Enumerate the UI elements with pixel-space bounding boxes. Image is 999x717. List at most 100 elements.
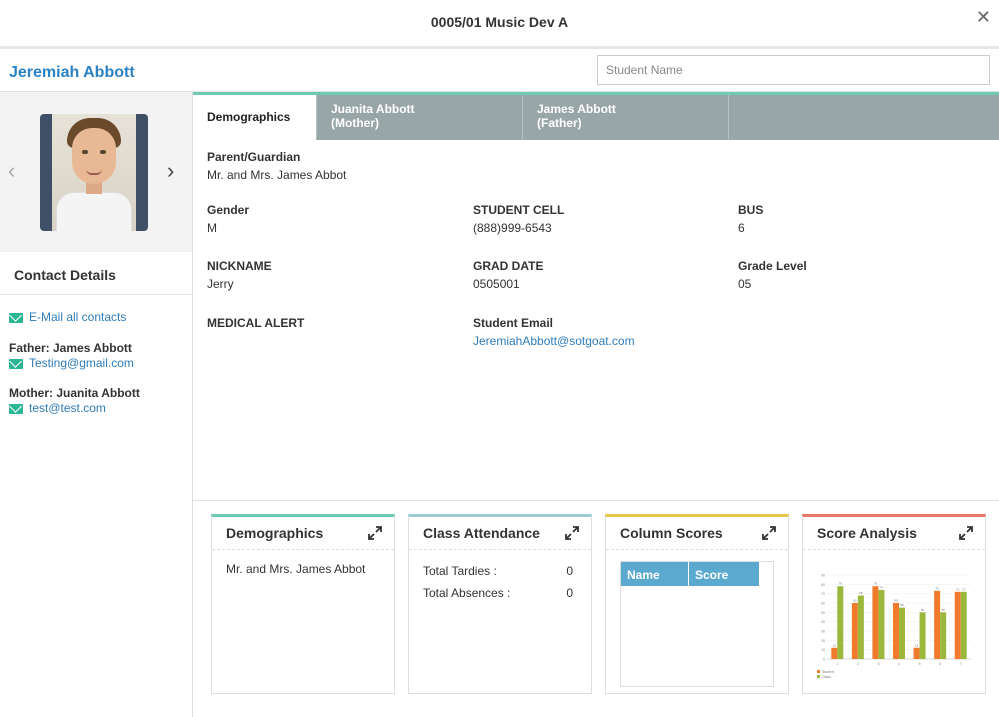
expand-icon[interactable] — [762, 526, 776, 540]
mother-email-row[interactable]: test@test.com — [9, 401, 106, 415]
field-label: Gender — [207, 203, 250, 217]
tardies-label: Total Tardies : — [423, 564, 497, 578]
modal-header: 0005/01 Music Dev A ✕ — [0, 0, 999, 46]
chart-category-label: 4 — [898, 662, 900, 666]
contact-details-title: Contact Details — [0, 252, 192, 295]
expand-icon[interactable] — [368, 526, 382, 540]
chart-bar — [919, 612, 926, 659]
chart-category-label: 1 — [836, 662, 838, 666]
chart-data-label: 12 — [915, 643, 919, 647]
chart-tick-label: 40 — [821, 620, 825, 624]
chart-data-label: 78 — [874, 582, 878, 586]
chart-bar — [851, 603, 858, 659]
chart-tick-label: 60 — [821, 602, 825, 606]
absences-label: Total Absences : — [423, 586, 511, 600]
card-title: Score Analysis — [817, 525, 917, 541]
mother-label: Mother: Juanita Abbott — [9, 386, 140, 400]
chart-bar — [872, 586, 879, 659]
card-header: Class Attendance — [409, 517, 591, 550]
chart-data-label: 60 — [853, 599, 857, 603]
tab-bar: Demographics Juanita Abbott (Mother) Jam… — [193, 92, 999, 140]
field-student-email: Student Email JeremiahAbbott@sotgoat.com — [473, 316, 635, 348]
chart-legend-label: Class — [822, 675, 831, 679]
chart-bar — [954, 591, 961, 659]
card-title: Demographics — [226, 525, 324, 541]
chart-tick-label: 20 — [821, 639, 825, 643]
tab-demographics[interactable]: Demographics — [193, 95, 317, 140]
father-email-row[interactable]: Testing@gmail.com — [9, 356, 134, 370]
student-photo-frame — [40, 114, 148, 231]
father-email-link[interactable]: Testing@gmail.com — [29, 356, 134, 370]
chart-bar — [934, 590, 941, 659]
mail-icon — [9, 358, 23, 369]
field-value: (888)999-6543 — [473, 221, 552, 235]
field-label: Parent/Guardian — [207, 150, 301, 164]
close-icon[interactable]: ✕ — [976, 8, 991, 26]
modal-title: 0005/01 Music Dev A — [430, 14, 569, 30]
chevron-left-icon[interactable]: ‹ — [8, 158, 15, 184]
card-header: Column Scores — [606, 517, 788, 550]
chart-data-label: 55 — [900, 603, 904, 607]
field-student-cell: STUDENT CELL (888)999-6543 — [473, 203, 564, 235]
left-panel: ‹ › Contact Details E-Mail all contacts … — [0, 92, 193, 717]
chart-data-label: 74 — [880, 585, 884, 589]
field-label: STUDENT CELL — [473, 203, 565, 217]
student-email-link[interactable]: JeremiahAbbott@sotgoat.com — [473, 334, 635, 348]
chart-bar — [857, 595, 864, 659]
column-header-score[interactable]: Score — [689, 562, 759, 586]
chart-bar — [831, 647, 838, 659]
tab-sublabel: (Mother) — [331, 116, 379, 130]
card-title: Column Scores — [620, 525, 723, 541]
chevron-right-icon[interactable]: › — [167, 158, 174, 184]
chart-bar — [899, 607, 905, 659]
chart-tick-label: 80 — [821, 583, 825, 587]
field-value: 05 — [738, 277, 752, 291]
chart-data-label: 68 — [859, 591, 863, 595]
score-analysis-card: Score Analysis 0 10 20 30 40 50 60 70 80 90 12 78 1… — [802, 514, 986, 694]
chart-category-label: 2 — [857, 662, 859, 666]
chart-tick-label: 30 — [821, 630, 825, 634]
email-all-link[interactable]: E-Mail all contacts — [29, 310, 126, 324]
field-label: NICKNAME — [207, 259, 272, 273]
tab-father[interactable]: James Abbott (Father) — [523, 95, 729, 140]
tab-sublabel: (Father) — [537, 116, 582, 130]
card-header: Demographics — [212, 517, 394, 550]
chart-legend-swatch — [817, 675, 820, 678]
chart-data-label: 60 — [894, 599, 898, 603]
field-value: 0505001 — [473, 277, 520, 291]
mother-email-link[interactable]: test@test.com — [29, 401, 106, 415]
card-header: Score Analysis — [803, 517, 985, 550]
chart-bar — [878, 589, 885, 659]
tab-mother[interactable]: Juanita Abbott (Mother) — [317, 95, 523, 140]
chart-data-label: 72 — [962, 587, 966, 591]
scores-table: Name Score — [620, 561, 774, 687]
field-label: Student Email — [473, 316, 554, 330]
field-label: Grade Level — [738, 259, 807, 273]
mail-icon — [9, 312, 23, 323]
student-name: Jeremiah Abbott — [9, 64, 135, 81]
field-value: M — [207, 221, 217, 235]
chart-tick-label: 0 — [823, 658, 825, 662]
chart-tick-label: 50 — [821, 611, 825, 615]
column-header-name[interactable]: Name — [621, 562, 689, 586]
field-gender: Gender M — [207, 203, 249, 235]
tab-label: Demographics — [207, 110, 291, 124]
email-all-row[interactable]: E-Mail all contacts — [9, 310, 126, 324]
chart-data-label: 50 — [921, 608, 925, 612]
chart-data-label: 78 — [839, 582, 843, 586]
expand-icon[interactable] — [565, 526, 579, 540]
demographics-card: Demographics Mr. and Mrs. James Abbot — [211, 514, 395, 694]
chart-bar — [960, 591, 967, 659]
chart-category-label: 7 — [960, 662, 962, 666]
tardies-value: 0 — [566, 564, 573, 578]
chart-data-label: 72 — [956, 587, 960, 591]
absences-value: 0 — [566, 586, 573, 600]
field-label: GRAD DATE — [473, 259, 544, 273]
expand-icon[interactable] — [959, 526, 973, 540]
chart-legend-label: Student — [822, 670, 834, 674]
field-label: MEDICAL ALERT — [207, 316, 305, 330]
tardies-row: Total Tardies : 0 — [423, 564, 577, 586]
father-label: Father: James Abbott — [9, 341, 132, 355]
student-search-input[interactable] — [597, 55, 990, 85]
field-medical-alert: MEDICAL ALERT — [207, 316, 304, 334]
